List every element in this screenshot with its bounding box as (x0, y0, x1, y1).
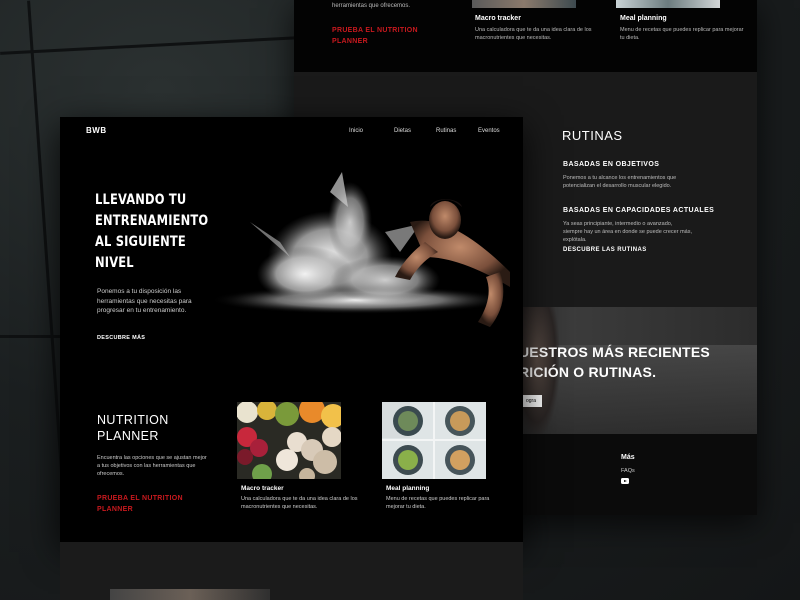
macro-tracker-image (472, 0, 576, 8)
section-image (110, 589, 270, 600)
back-card-desc: Una calculadora que te da una idea clara… (475, 27, 592, 41)
banner-heading-line: RICIÓN O RUTINAS. (519, 364, 657, 380)
hero-title-line: ENTRENAMIENTO (95, 213, 209, 229)
rutinas-item-title: BASADAS EN CAPACIDADES ACTUALES (563, 207, 715, 214)
logo[interactable]: BWB (86, 126, 107, 135)
nav-dietas[interactable]: Dietas (394, 128, 411, 134)
card-desc-macro-tracker: Una calculadora que te da una idea clara… (241, 496, 358, 510)
back-card-title: Macro tracker (475, 15, 521, 22)
hero-discover-link[interactable]: DESCUBRE MÁS (97, 335, 145, 341)
nutrition-planner-cta[interactable]: PRUEBA EL NUTRITION PLANNER (97, 494, 192, 515)
front-page-mockup: BWB Inicio Dietas Rutinas Eventos LLEVAN… (60, 117, 523, 542)
macro-tracker-image[interactable] (237, 402, 341, 479)
hero-athlete-image (210, 172, 510, 327)
nutrition-planner-desc: Encuentra las opciones que se ajustan me… (97, 455, 207, 477)
nav-inicio[interactable]: Inicio (349, 128, 363, 134)
front-page-next-section (60, 542, 523, 600)
card-title-macro-tracker[interactable]: Macro tracker (241, 485, 284, 492)
back-nutrition-section: herramientas que ofrecemos. PRUEBA EL NU… (294, 0, 757, 72)
back-card-title: Meal planning (620, 15, 667, 22)
meal-planning-image (616, 0, 720, 8)
rutinas-title: RUTINAS (562, 128, 623, 143)
rutinas-link[interactable]: DESCUBRE LAS RUTINAS (563, 247, 647, 253)
banner-heading-line: UESTROS MÁS RECIENTES (519, 344, 710, 360)
meal-planning-image[interactable] (382, 402, 486, 479)
banner-button[interactable]: ogra (520, 395, 542, 407)
rutinas-item-desc: Ponemos a tu alcance los entrenamientos … (563, 175, 677, 189)
nav-rutinas[interactable]: Rutinas (436, 128, 456, 134)
card-desc-meal-planning: Menu de recetas que puedes replicar para… (386, 496, 490, 510)
youtube-icon[interactable] (621, 478, 629, 484)
hero-description: Ponemos a tu disposición las herramienta… (97, 288, 192, 314)
hero-title: LLEVANDO TU ENTRENAMIENTO AL SIGUIENTE N… (95, 190, 209, 274)
back-nutrition-desc: herramientas que ofrecemos. (332, 3, 411, 9)
hero-title-line: AL SIGUIENTE (95, 234, 186, 250)
hero-title-line: NIVEL (95, 255, 134, 271)
hero-title-line: LLEVANDO TU (95, 192, 187, 208)
tile-seam (0, 36, 300, 55)
back-nutrition-cta[interactable]: PRUEBA EL NUTRITION PLANNER (332, 25, 442, 47)
banner-heading: UESTROS MÁS RECIENTES RICIÓN O RUTINAS. (519, 342, 710, 382)
rutinas-item-title: BASADAS EN OBJETIVOS (563, 161, 660, 168)
footer-link-faqs[interactable]: FAQs (621, 468, 635, 474)
card-title-meal-planning[interactable]: Meal planning (386, 485, 429, 492)
rutinas-item-desc: Ya seas principiante, intermedio o avanz… (563, 221, 693, 243)
footer-heading: Más (621, 454, 635, 461)
nutrition-planner-title: NUTRITION PLANNER (97, 413, 169, 443)
back-card-desc: Menu de recetas que puedes replicar para… (620, 27, 744, 41)
nav-eventos[interactable]: Eventos (478, 128, 500, 134)
